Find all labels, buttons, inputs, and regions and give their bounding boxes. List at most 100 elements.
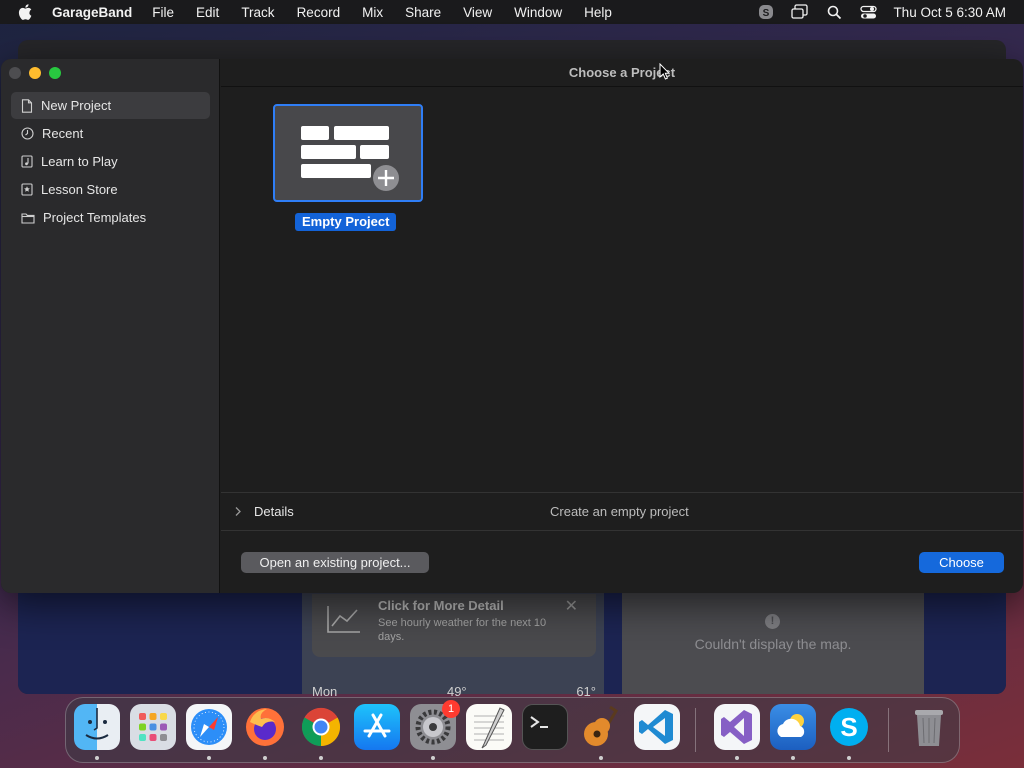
- sidebar-item-label: Recent: [42, 126, 84, 141]
- dock-firefox[interactable]: [242, 704, 288, 750]
- sidebar-item-label: Learn to Play: [41, 154, 118, 169]
- menu-bar: GarageBand File Edit Track Record Mix Sh…: [0, 0, 1024, 24]
- menu-help[interactable]: Help: [584, 5, 612, 20]
- running-indicator: [847, 756, 851, 760]
- menu-track[interactable]: Track: [241, 5, 274, 20]
- dock-finder[interactable]: [74, 704, 120, 750]
- map-error-message: Couldn't display the map.: [694, 636, 852, 652]
- dock-terminal[interactable]: [522, 704, 568, 750]
- close-icon[interactable]: ✕: [565, 596, 578, 616]
- details-description: Create an empty project: [550, 504, 689, 519]
- skype-status-icon[interactable]: S: [757, 3, 775, 21]
- skype-icon: S: [830, 708, 868, 746]
- dock-vscode[interactable]: [634, 704, 680, 750]
- chevron-right-icon[interactable]: [234, 506, 242, 517]
- open-existing-project-button[interactable]: Open an existing project...: [241, 552, 429, 573]
- sidebar-list: New Project Recent Learn to Play Lesson …: [11, 92, 210, 232]
- running-indicator: [319, 756, 323, 760]
- sidebar: New Project Recent Learn to Play Lesson …: [1, 59, 220, 593]
- folder-icon: [21, 212, 35, 224]
- menu-record[interactable]: Record: [297, 5, 341, 20]
- maximize-window-button[interactable]: [49, 67, 61, 79]
- weather-icon: [777, 714, 805, 737]
- dock-chrome[interactable]: [298, 704, 344, 750]
- main-area: Choose a Project Empty Project Details C…: [221, 59, 1023, 593]
- dock-system-settings[interactable]: 1: [410, 700, 460, 750]
- menu-edit[interactable]: Edit: [196, 5, 219, 20]
- chart-icon: [327, 606, 360, 633]
- dock-skype[interactable]: S: [826, 704, 872, 750]
- running-indicator: [431, 756, 435, 760]
- sidebar-item-lesson-store[interactable]: Lesson Store: [11, 176, 210, 203]
- finder-icon: [85, 708, 109, 740]
- vscode-icon: [639, 710, 673, 744]
- sidebar-item-label: Project Templates: [43, 210, 147, 225]
- details-label[interactable]: Details: [254, 504, 294, 519]
- window-title: Choose a Project: [221, 59, 1023, 87]
- mouse-cursor-icon: [659, 63, 671, 80]
- menu-share[interactable]: Share: [405, 5, 441, 20]
- close-window-button[interactable]: [9, 67, 21, 79]
- running-indicator: [599, 756, 603, 760]
- running-indicator: [735, 756, 739, 760]
- clock-icon: [21, 127, 34, 140]
- dock-separator: [695, 708, 696, 752]
- textedit-icon: [474, 707, 505, 749]
- dock-trash[interactable]: [906, 704, 952, 750]
- dock-garageband[interactable]: [578, 704, 624, 750]
- app-store-icon: [363, 713, 391, 738]
- choose-button[interactable]: Choose: [919, 552, 1004, 573]
- running-indicator: [791, 756, 795, 760]
- spotlight-search-icon[interactable]: [825, 3, 843, 21]
- dock-textedit[interactable]: [466, 704, 512, 750]
- dock-separator: [888, 708, 889, 752]
- running-indicator: [263, 756, 267, 760]
- star-icon: [21, 183, 33, 196]
- dock: 1 S: [65, 697, 960, 763]
- apple-menu-icon[interactable]: [18, 4, 32, 20]
- menu-window[interactable]: Window: [514, 5, 562, 20]
- menu-view[interactable]: View: [463, 5, 492, 20]
- safari-icon: [191, 709, 227, 745]
- garageband-icon: [584, 705, 619, 746]
- screen-mirroring-icon[interactable]: [791, 3, 809, 21]
- menu-file[interactable]: File: [152, 5, 174, 20]
- notification-badge: 1: [442, 700, 460, 718]
- launchpad-icon: [139, 713, 167, 741]
- firefox-icon: [246, 708, 284, 746]
- menu-mix[interactable]: Mix: [362, 5, 383, 20]
- dock-safari[interactable]: [186, 704, 232, 750]
- menu-bar-clock[interactable]: Thu Oct 5 6:30 AM: [893, 5, 1006, 20]
- dock-launchpad[interactable]: [130, 704, 176, 750]
- running-indicator: [207, 756, 211, 760]
- running-indicator: [95, 756, 99, 760]
- document-icon: [21, 98, 33, 113]
- chrome-icon: [301, 707, 341, 747]
- svg-text:S: S: [840, 712, 857, 742]
- control-center-icon[interactable]: [859, 3, 877, 21]
- empty-project-icon: [301, 126, 401, 193]
- info-icon: !: [765, 614, 780, 629]
- weather-notice-title: Click for More Detail: [378, 598, 504, 613]
- weather-detail-notice[interactable]: Click for More Detail See hourly weather…: [312, 594, 596, 657]
- minimize-window-button[interactable]: [29, 67, 41, 79]
- empty-project-tile[interactable]: [273, 104, 423, 202]
- sidebar-item-project-templates[interactable]: Project Templates: [11, 204, 210, 231]
- details-disclosure[interactable]: Details Create an empty project: [221, 492, 1023, 531]
- sidebar-item-recent[interactable]: Recent: [11, 120, 210, 147]
- dock-weather[interactable]: [770, 704, 816, 750]
- menu-app-name[interactable]: GarageBand: [52, 5, 132, 20]
- sidebar-item-label: Lesson Store: [41, 182, 118, 197]
- sidebar-item-learn-to-play[interactable]: Learn to Play: [11, 148, 210, 175]
- music-note-icon: [21, 155, 33, 168]
- trash-icon: [915, 710, 943, 746]
- visual-studio-icon: [721, 710, 752, 744]
- sidebar-item-new-project[interactable]: New Project: [11, 92, 210, 119]
- svg-text:S: S: [763, 8, 770, 19]
- window-controls: [9, 67, 61, 79]
- dock-visual-studio[interactable]: [714, 704, 760, 750]
- dock-app-store[interactable]: [354, 704, 400, 750]
- weather-notice-subtitle: See hourly weather for the next 10 days.: [378, 617, 547, 643]
- project-chooser-window: New Project Recent Learn to Play Lesson …: [1, 59, 1023, 593]
- empty-project-label[interactable]: Empty Project: [295, 213, 397, 231]
